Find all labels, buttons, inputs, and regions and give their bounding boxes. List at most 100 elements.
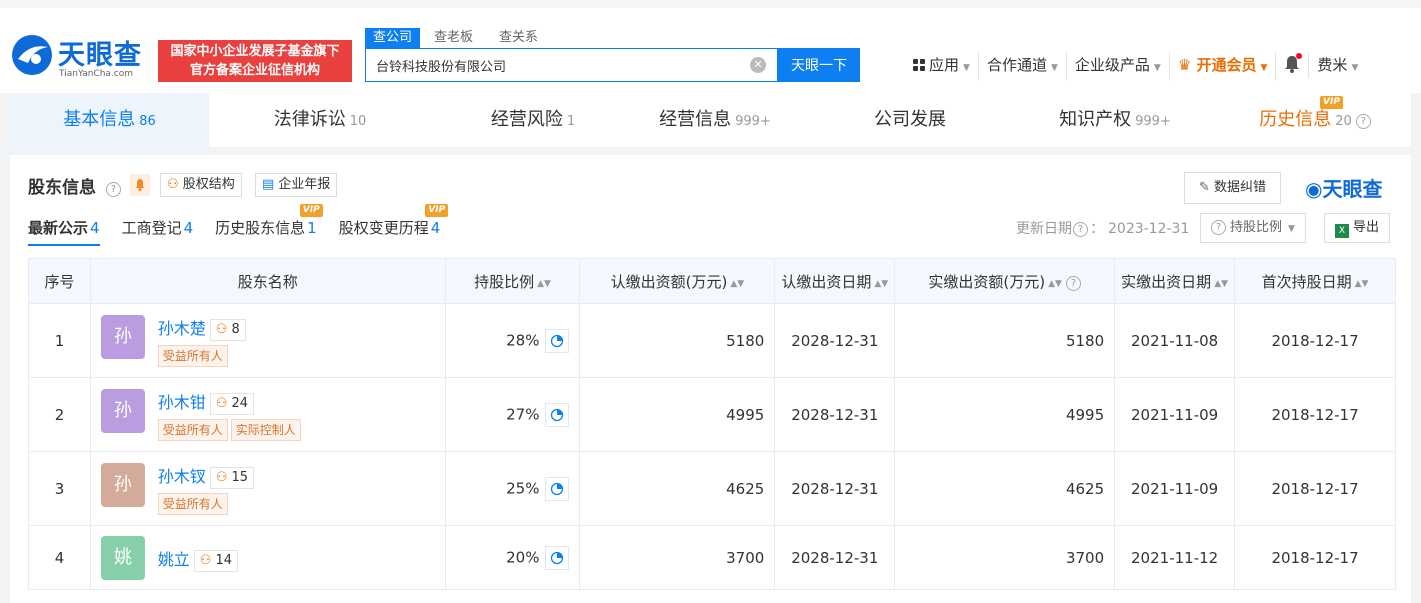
subtab-latest[interactable]: 最新公示 4 <box>28 217 100 246</box>
sort-icon: ▲▼ <box>537 278 551 289</box>
paid-date-value: 2021-11-08 <box>1131 331 1219 350</box>
sort-by-dropdown[interactable]: ? 持股比例 ▼ <box>1200 213 1306 243</box>
shareholder-name[interactable]: 孙木钗 <box>158 467 206 486</box>
avatar[interactable]: 姚 <box>100 535 145 580</box>
nav-apps[interactable]: 应用 ▼ <box>905 52 979 81</box>
tab-history[interactable]: 历史信息 20? <box>1250 93 1380 147</box>
nav-vip[interactable]: ♛ 开通会员 ▼ <box>1170 52 1277 81</box>
col-ratio[interactable]: 持股比例 ▲▼ <box>444 258 581 304</box>
vip-badge: VIP <box>425 204 449 217</box>
paid-amount-cell: 3700 <box>894 525 1116 590</box>
equity-structure-button[interactable]: ⚇ 股权结构 <box>160 173 242 197</box>
section-title: 股东信息 ? <box>28 173 121 198</box>
pie-chart-button[interactable] <box>545 402 570 427</box>
table-row: 3 孙 孙木钗 ⚇ 15 受益所有人 25% 4625 2028-12-31 46… <box>28 451 1396 526</box>
monitor-bell-button[interactable] <box>130 174 150 196</box>
shareholder-sub-tabs: 最新公示 4 工商登记 4 历史股东信息 1 VIP 股权变更历程 4 VIP <box>28 204 462 246</box>
tag-list: 受益所有人 实际控制人 <box>157 418 304 441</box>
col-sub-date[interactable]: 认缴出资日期 ▲▼ <box>774 258 896 304</box>
role-tag[interactable]: 受益所有人 <box>157 344 228 367</box>
paid-date-value: 2021-11-12 <box>1131 548 1219 567</box>
paid-date-cell: 2021-11-09 <box>1114 451 1236 526</box>
banner-line-2: 官方备案企业征信机构 <box>189 63 320 78</box>
role-tag[interactable]: 受益所有人 <box>157 418 228 441</box>
tab-legal[interactable]: 法律诉讼 10 <box>250 93 390 147</box>
relation-icon: ⚇ <box>215 469 228 485</box>
tab-label: 经营信息 <box>659 109 732 130</box>
tab-basic-info[interactable]: 基本信息 86 <box>10 93 209 147</box>
search-tab-boss[interactable]: 查老板 <box>426 28 481 48</box>
tab-operation[interactable]: 经营信息 999+ <box>650 93 780 147</box>
shareholder-name[interactable]: 孙木钳 <box>158 393 206 412</box>
export-button[interactable]: X 导出 <box>1324 213 1391 243</box>
paid-date-cell: 2021-11-08 <box>1114 303 1236 378</box>
structure-icon: ⚇ <box>167 177 183 192</box>
tab-risk[interactable]: 经营风险 1 <box>458 93 608 147</box>
sub-date-cell: 2028-12-31 <box>774 451 896 526</box>
relation-count-button[interactable]: ⚇ 14 <box>193 549 239 572</box>
subtab-count: 4 <box>430 219 441 237</box>
avatar[interactable]: 孙 <box>100 388 145 433</box>
data-correction-button[interactable]: ✎ 数据纠错 <box>1184 172 1282 204</box>
help-icon[interactable]: ? <box>105 182 121 197</box>
first-date-value: 2018-12-17 <box>1271 331 1359 350</box>
role-tag[interactable]: 受益所有人 <box>157 492 228 515</box>
crown-icon: ♛ <box>1177 56 1197 74</box>
nav-channels-label: 合作通道 <box>986 56 1047 74</box>
row-index: 4 <box>28 525 91 590</box>
vip-badge: VIP <box>299 204 323 217</box>
pie-chart-button[interactable] <box>545 476 570 501</box>
search-input[interactable] <box>366 49 736 81</box>
vip-badge: VIP <box>1320 96 1343 109</box>
annual-report-label: 企业年报 <box>278 177 331 192</box>
row-index-text: 4 <box>54 548 65 567</box>
avatar[interactable]: 孙 <box>100 314 145 359</box>
subtab-history-shareholders[interactable]: 历史股东信息 1 VIP <box>215 204 323 244</box>
relation-count-button[interactable]: ⚇ 8 <box>209 318 246 341</box>
sort-icon: ▲▼ <box>1214 278 1229 289</box>
sub-amount-value: 4625 <box>726 479 765 498</box>
table-row: 1 孙 孙木楚 ⚇ 8 受益所有人 28% 5180 2028-12-31 518… <box>28 303 1396 378</box>
relation-count-button[interactable]: ⚇ 15 <box>209 466 255 489</box>
sub-date-value: 2028-12-31 <box>791 548 879 567</box>
search-tab-company[interactable]: 查公司 <box>365 28 421 48</box>
search-button[interactable]: 天眼一下 <box>778 48 860 82</box>
subtab-equity-change[interactable]: 股权变更历程 4 VIP <box>339 204 449 244</box>
col-label: 实缴出资额(万元) <box>928 272 1046 291</box>
name-line: 孙木钗 ⚇ 15 <box>158 463 255 489</box>
row-index-text: 1 <box>54 331 65 350</box>
tianyancha-logo[interactable]: 天眼查 TianYanCha.com <box>10 33 150 83</box>
shareholder-table: 序号 股东名称 持股比例 ▲▼ 认缴出资额(万元) ▲▼ 认缴出资日期 ▲▼ 实缴出资… <box>28 258 1396 590</box>
col-first-date[interactable]: 首次持股日期 ▲▼ <box>1234 258 1396 304</box>
nav-notifications[interactable] <box>1276 52 1310 78</box>
row-index-text: 2 <box>54 405 65 424</box>
sub-date-cell: 2028-12-31 <box>774 525 896 590</box>
col-sub-amount[interactable]: 认缴出资额(万元) ▲▼ <box>579 258 776 304</box>
nav-enterprise-label: 企业级产品 <box>1074 56 1150 74</box>
nav-channels[interactable]: 合作通道 ▼ <box>979 52 1067 81</box>
paid-amount-cell: 5180 <box>894 303 1116 378</box>
paid-amount-cell: 4625 <box>894 451 1116 526</box>
subtab-registration[interactable]: 工商登记 4 <box>122 217 194 244</box>
relation-count-button[interactable]: ⚇ 24 <box>209 392 255 415</box>
update-date-value: 2023-12-31 <box>1108 221 1190 237</box>
nav-enterprise[interactable]: 企业级产品 ▼ <box>1067 52 1170 81</box>
tab-ip[interactable]: 知识产权 999+ <box>1050 93 1180 147</box>
tab-development[interactable]: 公司发展 <box>860 93 960 147</box>
pie-chart-button[interactable] <box>545 328 570 353</box>
role-tag[interactable]: 实际控制人 <box>230 418 301 441</box>
annual-report-button[interactable]: ▤ 企业年报 <box>255 173 338 197</box>
paid-date-cell: 2021-11-09 <box>1114 377 1236 452</box>
shareholder-cell: 姚 姚立 ⚇ 14 <box>89 525 446 590</box>
caret-down-icon: ▼ <box>1288 224 1295 234</box>
sub-amount-cell: 4995 <box>579 377 776 452</box>
col-paid-date[interactable]: 实缴出资日期 ▲▼ <box>1114 258 1236 304</box>
search-tab-relation[interactable]: 查关系 <box>491 28 546 48</box>
avatar[interactable]: 孙 <box>100 462 145 507</box>
shareholder-name[interactable]: 姚立 <box>158 550 190 569</box>
nav-user[interactable]: 费米 ▼ <box>1309 52 1366 81</box>
shareholder-name[interactable]: 孙木楚 <box>158 319 206 338</box>
clear-icon[interactable]: ✕ <box>750 57 766 73</box>
col-paid-amount[interactable]: 实缴出资额(万元) ▲▼? <box>894 258 1116 304</box>
pie-chart-button[interactable] <box>545 545 570 570</box>
